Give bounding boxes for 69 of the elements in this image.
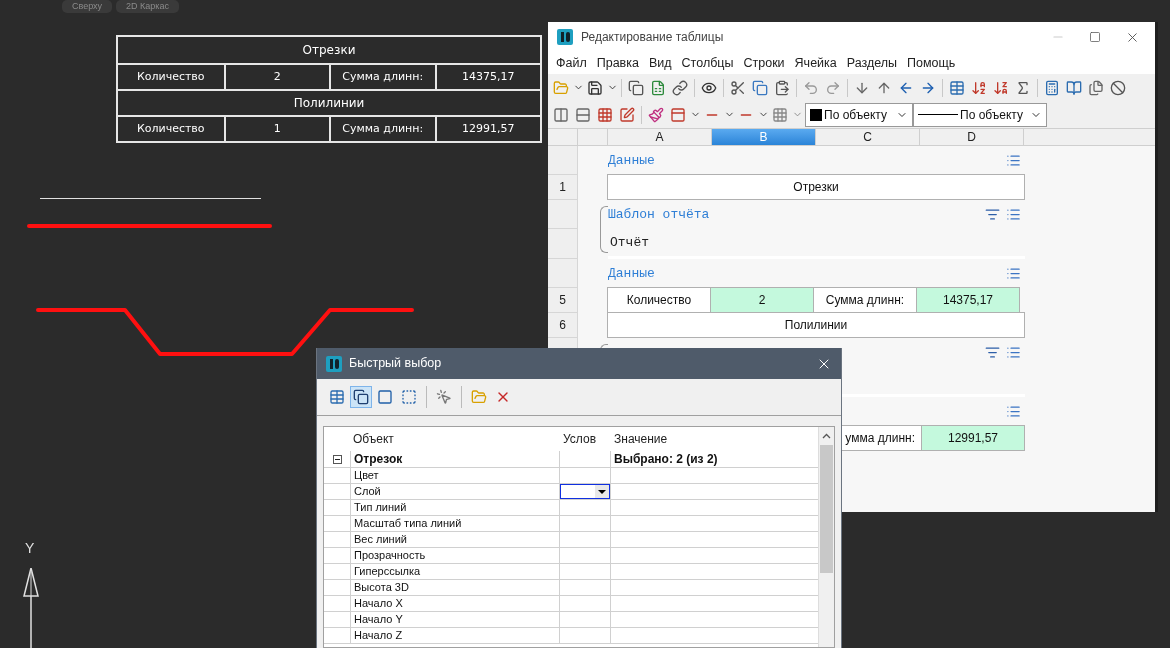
menu-item[interactable]: Правка — [591, 53, 644, 73]
list-icon[interactable] — [1006, 207, 1021, 222]
overlap-icon[interactable] — [350, 386, 372, 408]
row-header[interactable]: 6 — [548, 313, 578, 338]
column-header: Услов — [562, 431, 597, 448]
list-icon[interactable] — [1006, 345, 1021, 360]
style-dropdown[interactable]: По объекту — [913, 102, 1047, 127]
scrollbar[interactable] — [818, 427, 834, 647]
property-name[interactable]: Высота 3D — [350, 580, 559, 595]
menu-item[interactable]: Ячейка — [789, 53, 842, 73]
axis-label: Y — [25, 539, 35, 558]
cad-table-title: Полилинии — [293, 95, 365, 112]
column-header[interactable]: C — [816, 129, 920, 145]
maximize-icon[interactable] — [1089, 31, 1101, 43]
menu-item[interactable]: Строки — [738, 53, 790, 73]
table-cell[interactable]: Количество — [607, 287, 711, 313]
section-title: Данные — [608, 264, 655, 283]
property-name[interactable]: Вес линий — [350, 532, 559, 547]
table-cell[interactable]: Сумма длинн: — [813, 287, 917, 313]
cad-table-cell-text: Количество — [136, 120, 205, 137]
cad-table-cell-text: 14375,17 — [462, 68, 515, 85]
menu-item[interactable]: Файл — [551, 53, 592, 73]
style-dropdown[interactable]: По объекту — [805, 102, 913, 127]
section-title: Шаблон отчёта — [608, 205, 710, 224]
template-text: Отчёт — [609, 233, 649, 252]
cad-table-cell-text: 1 — [273, 120, 281, 137]
property-name[interactable]: Начало Y — [350, 612, 559, 627]
section-title: Данные — [608, 151, 655, 170]
table-cell[interactable]: Отрезки — [607, 174, 1025, 200]
menu-item[interactable]: Столбцы — [676, 53, 739, 73]
scroll-up-icon[interactable] — [822, 433, 831, 439]
table-cell[interactable]: 14375,17 — [916, 287, 1020, 313]
filter-icon[interactable] — [985, 345, 1000, 360]
menu-item[interactable]: Вид — [643, 53, 677, 73]
window-title: Быстрый выбор — [349, 355, 442, 373]
table-cell[interactable]: 2 — [710, 287, 814, 313]
app-logo-icon — [557, 29, 573, 45]
table-cell[interactable]: Полилинии — [607, 312, 1025, 338]
condition-dropdown[interactable] — [560, 484, 610, 499]
column-header: Значение — [613, 431, 669, 448]
window-title: Редактирование таблицы — [581, 29, 724, 46]
cad-table-cell-text: Сумма длинн: — [342, 120, 424, 137]
filter-icon[interactable] — [985, 207, 1000, 222]
property-name[interactable]: Начало X — [350, 596, 559, 611]
menu-item[interactable]: Помощь — [902, 53, 961, 73]
property-name[interactable]: Цвет — [350, 468, 559, 483]
property-name[interactable]: Начало Z — [350, 628, 559, 643]
app-logo-icon — [326, 355, 342, 372]
cad-table-cell-text: Количество — [136, 68, 205, 85]
column-header: Объект — [352, 431, 395, 448]
list-icon[interactable] — [1006, 266, 1021, 281]
property-name[interactable]: Тип линий — [350, 500, 559, 515]
collapse-toggle[interactable] — [332, 454, 342, 464]
cad-table-cell-text: 12991,57 — [462, 120, 515, 137]
column-header[interactable]: D — [920, 129, 1024, 145]
table-cell[interactable]: 12991,57 — [921, 425, 1025, 451]
list-icon[interactable] — [1006, 153, 1021, 168]
list-icon[interactable] — [1006, 404, 1021, 419]
property-name[interactable]: Масштаб типа линий — [350, 516, 559, 531]
property-name[interactable]: Прозрачность — [350, 548, 559, 563]
cad-table-cell-text: Сумма длинн: — [342, 68, 424, 85]
property-name[interactable]: Гиперссылка — [350, 564, 559, 579]
group-name: Отрезок — [350, 451, 559, 467]
row-header[interactable]: 1 — [548, 175, 578, 200]
row-header[interactable]: 5 — [548, 288, 578, 313]
property-name[interactable]: Слой — [350, 484, 559, 499]
menu-item[interactable]: Разделы — [841, 53, 903, 73]
cad-table-cell-text: 2 — [273, 68, 281, 85]
cad-table-title: Отрезки — [302, 42, 356, 59]
